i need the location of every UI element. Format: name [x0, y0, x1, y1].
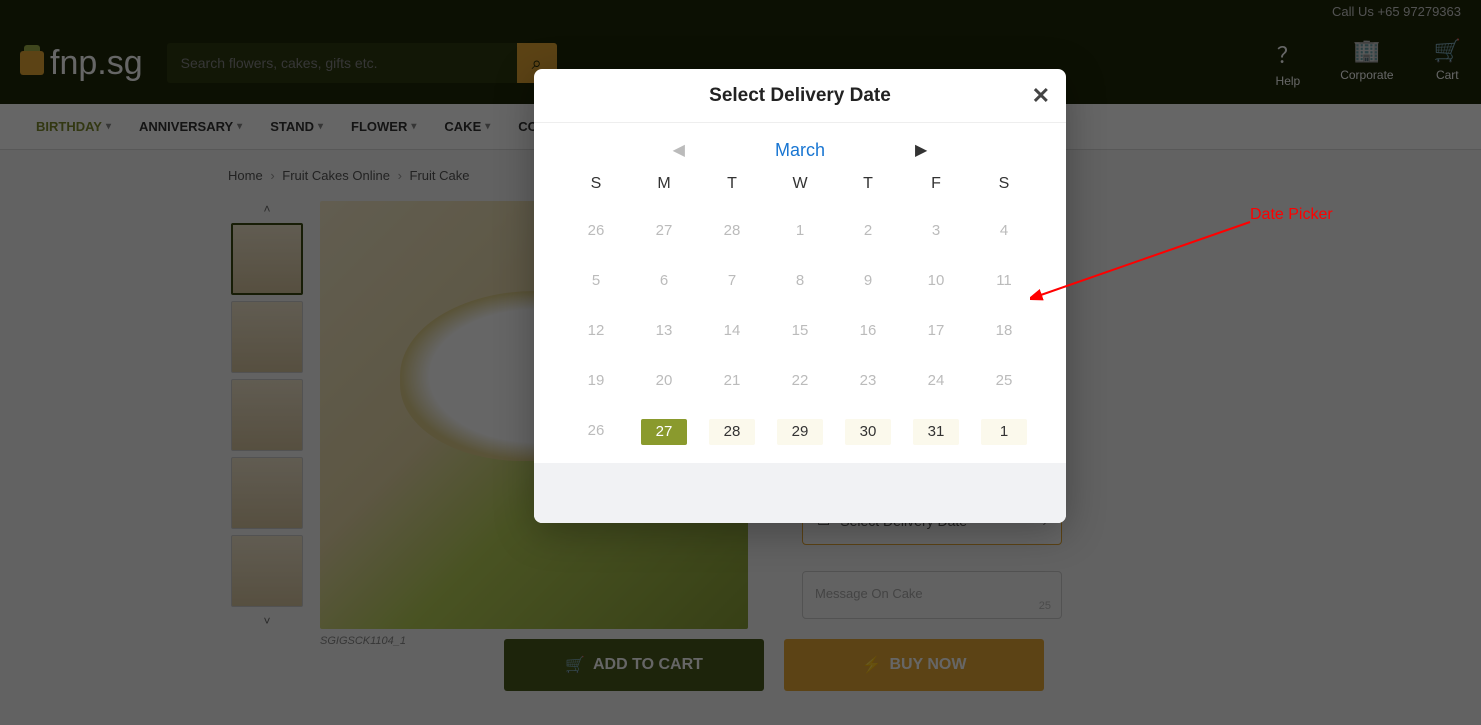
modal-footer — [534, 463, 1066, 523]
calendar: ◀ March ▶ SMTWTFS26272812345678910111213… — [534, 123, 1066, 463]
calendar-grid: SMTWTFS262728123456789101112131415161718… — [562, 175, 1038, 445]
calendar-day[interactable]: 31 — [913, 419, 959, 445]
calendar-day: 17 — [902, 319, 970, 343]
calendar-dow: S — [970, 175, 1038, 193]
calendar-dow: S — [562, 175, 630, 193]
calendar-day[interactable]: 29 — [777, 419, 823, 445]
calendar-day: 19 — [562, 369, 630, 393]
calendar-dow: W — [766, 175, 834, 193]
calendar-day: 11 — [970, 269, 1038, 293]
calendar-day: 1 — [766, 219, 834, 243]
calendar-day: 5 — [562, 269, 630, 293]
prev-month-button[interactable]: ◀ — [673, 140, 685, 160]
calendar-dow: M — [630, 175, 698, 193]
calendar-dow: T — [698, 175, 766, 193]
calendar-day: 2 — [834, 219, 902, 243]
calendar-day: 6 — [630, 269, 698, 293]
close-icon[interactable]: ✕ — [1032, 83, 1050, 109]
modal-title: Select Delivery Date — [709, 85, 891, 107]
calendar-day: 7 — [698, 269, 766, 293]
calendar-day[interactable]: 28 — [709, 419, 755, 445]
calendar-day: 16 — [834, 319, 902, 343]
calendar-day: 25 — [970, 369, 1038, 393]
calendar-day: 12 — [562, 319, 630, 343]
calendar-day: 14 — [698, 319, 766, 343]
calendar-day[interactable]: 27 — [641, 419, 687, 445]
calendar-day: 13 — [630, 319, 698, 343]
calendar-day: 24 — [902, 369, 970, 393]
calendar-day[interactable]: 1 — [981, 419, 1027, 445]
calendar-day: 26 — [562, 419, 630, 443]
calendar-day: 10 — [902, 269, 970, 293]
date-picker-modal: Select Delivery Date ✕ ◀ March ▶ SMTWTFS… — [534, 69, 1066, 523]
calendar-day: 8 — [766, 269, 834, 293]
calendar-day: 9 — [834, 269, 902, 293]
calendar-day: 3 — [902, 219, 970, 243]
modal-header: Select Delivery Date ✕ — [534, 69, 1066, 123]
calendar-month: March — [775, 140, 825, 161]
annotation-label: Date Picker — [1250, 206, 1333, 224]
calendar-day: 18 — [970, 319, 1038, 343]
annotation-arrow — [1030, 218, 1260, 308]
calendar-day: 27 — [630, 219, 698, 243]
calendar-day: 21 — [698, 369, 766, 393]
calendar-day: 20 — [630, 369, 698, 393]
next-month-button[interactable]: ▶ — [915, 140, 927, 160]
calendar-day: 26 — [562, 219, 630, 243]
calendar-day[interactable]: 30 — [845, 419, 891, 445]
calendar-day: 4 — [970, 219, 1038, 243]
calendar-nav: ◀ March ▶ — [562, 133, 1038, 167]
calendar-day: 22 — [766, 369, 834, 393]
calendar-day: 28 — [698, 219, 766, 243]
calendar-dow: T — [834, 175, 902, 193]
calendar-day: 15 — [766, 319, 834, 343]
calendar-dow: F — [902, 175, 970, 193]
calendar-day: 23 — [834, 369, 902, 393]
